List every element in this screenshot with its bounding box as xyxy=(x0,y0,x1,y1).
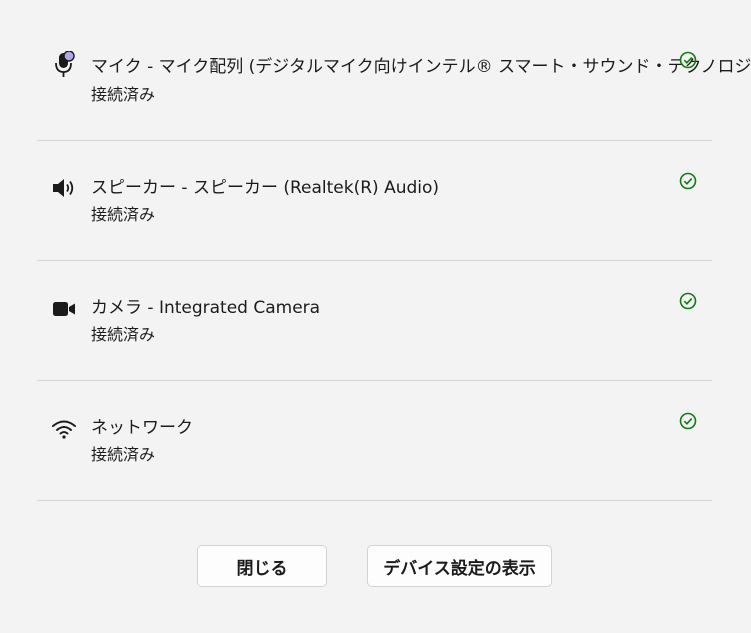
device-status: 接続済み xyxy=(91,85,156,104)
show-device-settings-button[interactable]: デバイス設定の表示 xyxy=(367,545,552,587)
check-circle-icon xyxy=(679,51,697,69)
device-status: 接続済み xyxy=(91,325,156,344)
device-name: カメラ - Integrated Camera xyxy=(91,298,321,318)
device-row-camera: カメラ - Integrated Camera 接続済み xyxy=(37,261,712,381)
wifi-icon xyxy=(51,416,77,442)
speaker-icon xyxy=(51,175,77,201)
device-name: スピーカー - スピーカー (Realtek(R) Audio) xyxy=(91,178,440,198)
device-list: マイク - マイク配列 (デジタルマイク向けインテル® スマート・サウンド・テク… xyxy=(37,0,751,501)
device-status: 接続済み xyxy=(91,445,156,464)
close-button[interactable]: 閉じる xyxy=(197,545,327,587)
device-row-speaker: スピーカー - スピーカー (Realtek(R) Audio) 接続済み xyxy=(37,141,712,261)
device-row-microphone: マイク - マイク配列 (デジタルマイク向けインテル® スマート・サウンド・テク… xyxy=(37,0,751,141)
device-row-network: ネットワーク 接続済み xyxy=(37,381,712,501)
device-name: マイク - マイク配列 (デジタルマイク向けインテル® スマート・サウンド・テク… xyxy=(91,57,751,77)
device-status: 接続済み xyxy=(91,205,156,224)
check-circle-icon xyxy=(679,412,697,430)
microphone-icon xyxy=(51,51,77,79)
check-circle-icon xyxy=(679,172,697,190)
device-name: ネットワーク xyxy=(91,418,193,438)
camera-icon xyxy=(51,296,77,322)
check-circle-icon xyxy=(679,292,697,310)
